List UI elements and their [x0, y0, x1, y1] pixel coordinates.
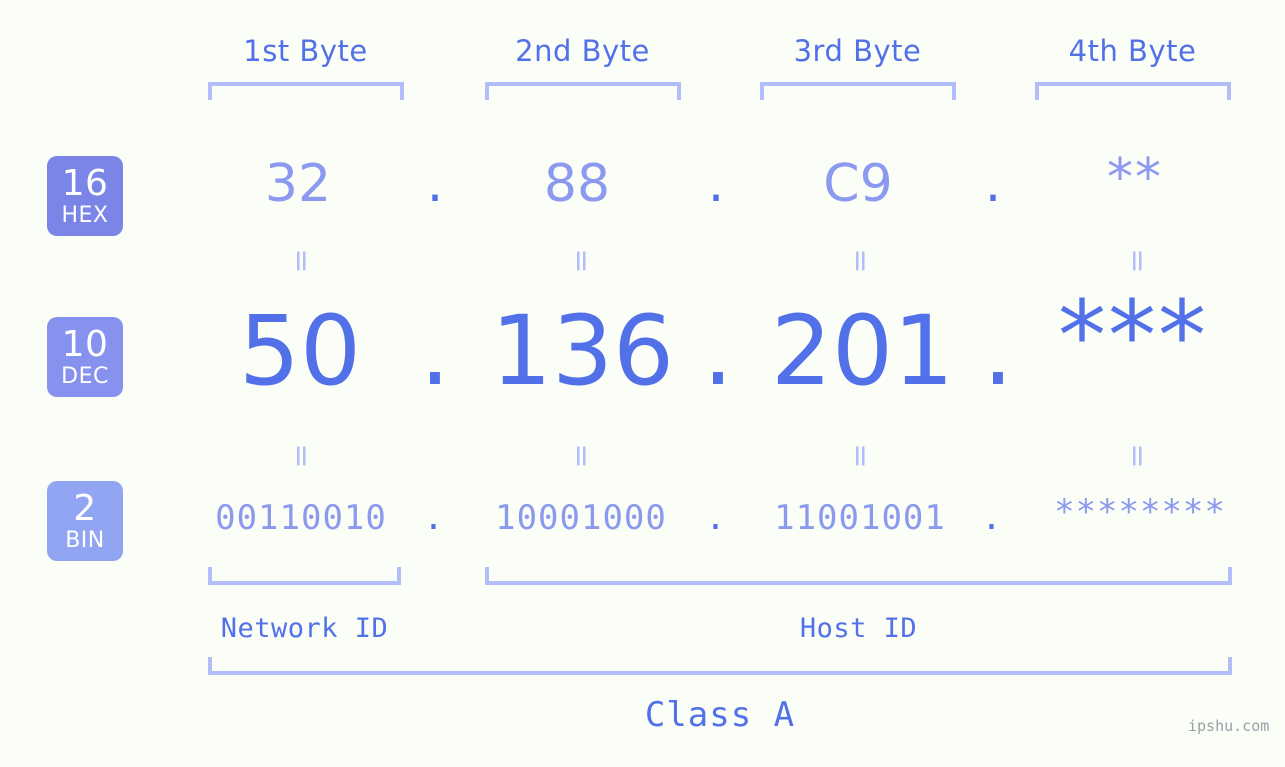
hex-byte-1: 32 [264, 154, 332, 214]
hex-separator-3: . [984, 154, 1002, 214]
equals-sign-dec-bin-3: = [843, 443, 878, 469]
byte-bracket-3 [760, 82, 956, 100]
dec-byte-4: *** [1058, 280, 1208, 392]
bin-byte-4: ******** [1054, 492, 1226, 532]
network-id-bracket [208, 567, 401, 585]
equals-sign-hex-dec-3: = [843, 248, 878, 274]
bin-byte-3: 11001001 [774, 498, 946, 538]
hex-separator-1: . [426, 154, 444, 214]
byte-bracket-2 [485, 82, 681, 100]
base-badge-bin: 2 BIN [47, 481, 123, 561]
network-id-label: Network ID [220, 613, 389, 644]
base-badge-dec-name: DEC [61, 363, 109, 389]
base-badge-dec-number: 10 [61, 323, 109, 365]
byte-bracket-1 [208, 82, 404, 100]
byte-header-1: 1st Byte [243, 34, 368, 68]
equals-sign-dec-bin-4: = [1120, 443, 1155, 469]
host-id-label: Host ID [799, 613, 918, 644]
bin-separator-2: . [705, 498, 727, 538]
base-badge-bin-name: BIN [65, 527, 105, 553]
site-watermark: ipshu.com [1188, 717, 1270, 735]
class-bracket [208, 657, 1232, 675]
equals-sign-hex-dec-2: = [564, 248, 599, 274]
hex-byte-3: C9 [823, 154, 893, 214]
ip-byte-breakdown-diagram: 1st Byte 2nd Byte 3rd Byte 4th Byte 16 H… [0, 0, 1285, 767]
bin-byte-1: 00110010 [215, 498, 387, 538]
class-label: Class A [644, 695, 796, 735]
base-badge-dec: 10 DEC [47, 317, 123, 397]
base-badge-bin-number: 2 [73, 487, 97, 529]
hex-byte-4: ** [1107, 148, 1163, 208]
equals-sign-dec-bin-2: = [564, 443, 599, 469]
host-id-bracket [485, 567, 1232, 585]
byte-header-2: 2nd Byte [515, 34, 650, 68]
base-badge-hex-number: 16 [61, 162, 109, 204]
byte-header-4: 4th Byte [1068, 34, 1197, 68]
hex-byte-2: 88 [543, 154, 611, 214]
bin-separator-3: . [981, 498, 1003, 538]
byte-bracket-4 [1035, 82, 1231, 100]
byte-header-3: 3rd Byte [793, 34, 922, 68]
bin-byte-2: 10001000 [495, 498, 667, 538]
dec-byte-1: 50 [238, 295, 362, 407]
equals-sign-dec-bin-1: = [284, 443, 319, 469]
base-badge-hex-name: HEX [61, 202, 109, 228]
equals-sign-hex-dec-4: = [1120, 248, 1155, 274]
equals-sign-hex-dec-1: = [284, 248, 319, 274]
bin-separator-1: . [423, 498, 445, 538]
base-badge-hex: 16 HEX [47, 156, 123, 236]
hex-separator-2: . [707, 154, 725, 214]
